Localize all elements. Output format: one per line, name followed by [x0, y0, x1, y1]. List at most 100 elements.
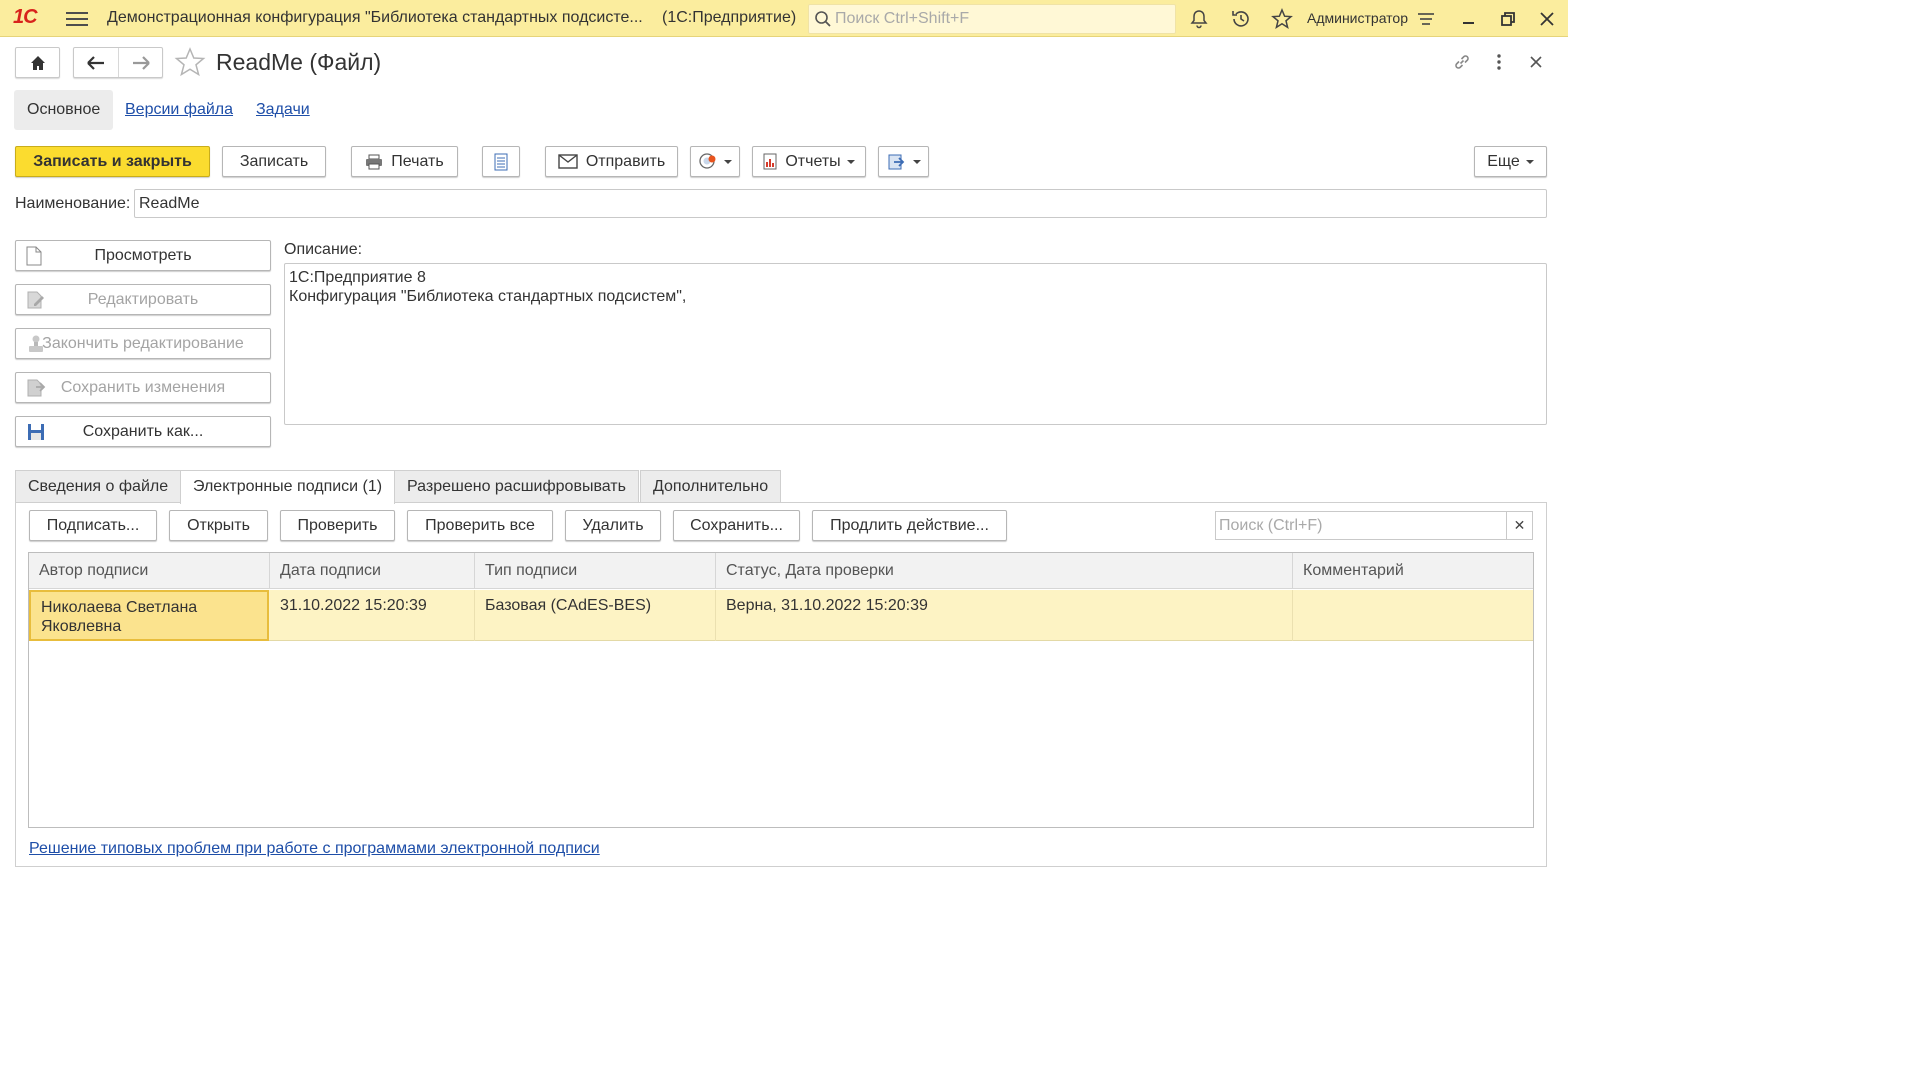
- create-based-icon: [888, 154, 904, 169]
- check-signature-button[interactable]: Проверить: [280, 510, 395, 541]
- app-title: Демонстрационная конфигурация "Библиотек…: [107, 9, 643, 26]
- delete-signature-button[interactable]: Удалить: [565, 510, 661, 541]
- stamp-icon: [29, 335, 43, 352]
- save-button[interactable]: Записать: [222, 146, 326, 177]
- tab-allowed-decrypt[interactable]: Разрешено расшифровывать: [394, 470, 639, 503]
- favorites-star-icon[interactable]: [1271, 8, 1293, 30]
- platform-label: (1С:Предприятие): [662, 9, 797, 26]
- save-as-label: Сохранить как...: [82, 422, 204, 440]
- view-file-button[interactable]: Просмотреть: [15, 240, 271, 271]
- cell-type[interactable]: Базовая (CAdES-BES): [475, 590, 716, 641]
- edit-file-label: Редактировать: [87, 290, 199, 308]
- save-changes-label: Сохранить изменения: [60, 378, 226, 396]
- app-titlebar: 1С Демонстрационная конфигурация "Библио…: [0, 0, 1568, 37]
- signatures-search-input[interactable]: [1216, 512, 1508, 539]
- table-row[interactable]: Николаева Светлана Яковлевна 31.10.2022 …: [29, 590, 1533, 641]
- tab-additional[interactable]: Дополнительно: [640, 470, 782, 503]
- column-header-status[interactable]: Статус, Дата проверки: [716, 553, 1293, 589]
- cell-author[interactable]: Николаева Светлана Яковлевна: [29, 590, 269, 641]
- save-and-close-label: Записать и закрыть: [33, 152, 192, 170]
- search-icon: [815, 11, 831, 27]
- list-view-button[interactable]: [482, 146, 520, 177]
- envelope-icon: [558, 154, 578, 169]
- cell-comment[interactable]: [1293, 590, 1533, 641]
- description-label: Описание:: [284, 241, 363, 258]
- reports-button[interactable]: Отчеты: [752, 146, 866, 177]
- form-title: ReadMe (Файл): [216, 49, 382, 75]
- signatures-table[interactable]: Автор подписи Дата подписи Тип подписи С…: [28, 552, 1534, 828]
- floppy-disk-icon: [28, 424, 44, 440]
- save-signature-label: Сохранить...: [690, 516, 783, 534]
- name-input[interactable]: [135, 190, 1546, 217]
- description-field[interactable]: 1С:Предприятие 8 Конфигурация "Библиотек…: [284, 263, 1547, 425]
- open-label: Открыть: [187, 516, 250, 534]
- close-form-icon[interactable]: [1526, 52, 1546, 72]
- settings-menu-icon[interactable]: [1415, 8, 1437, 30]
- finish-editing-button[interactable]: Закончить редактирование: [15, 328, 271, 359]
- home-button[interactable]: [15, 47, 60, 78]
- check-all-label: Проверить все: [425, 516, 535, 534]
- column-header-type[interactable]: Тип подписи: [475, 553, 716, 589]
- tab-main[interactable]: Основное: [14, 90, 114, 130]
- delete-label: Удалить: [582, 516, 644, 534]
- history-icon[interactable]: [1230, 8, 1252, 30]
- edit-file-icon: [27, 291, 44, 309]
- print-button[interactable]: Печать: [351, 146, 458, 177]
- restore-icon[interactable]: [1497, 8, 1519, 30]
- file-icon: [26, 246, 42, 266]
- main-menu-icon[interactable]: [66, 8, 88, 28]
- cell-date[interactable]: 31.10.2022 15:20:39: [270, 590, 475, 641]
- back-button[interactable]: [74, 48, 119, 77]
- report-icon: [763, 153, 777, 170]
- check-label: Проверить: [297, 516, 378, 534]
- cell-status[interactable]: Верна, 31.10.2022 15:20:39: [716, 590, 1293, 641]
- name-field[interactable]: [134, 189, 1547, 218]
- printer-icon: [366, 154, 383, 169]
- app-logo: 1С: [13, 6, 38, 28]
- extend-signature-button[interactable]: Продлить действие...: [812, 510, 1007, 541]
- close-window-icon[interactable]: [1536, 8, 1558, 30]
- tab-tasks[interactable]: Задачи: [243, 90, 323, 130]
- view-file-label: Просмотреть: [94, 246, 192, 264]
- save-signature-button[interactable]: Сохранить...: [673, 510, 800, 541]
- signatures-search[interactable]: ✕: [1215, 511, 1533, 540]
- more-label: Еще: [1487, 152, 1520, 170]
- more-vertical-icon[interactable]: [1489, 52, 1509, 72]
- tab-file-versions[interactable]: Версии файла: [112, 90, 246, 130]
- save-changes-button[interactable]: Сохранить изменения: [15, 372, 271, 403]
- clear-search-icon[interactable]: ✕: [1506, 512, 1532, 539]
- sign-button[interactable]: Подписать...: [29, 510, 157, 541]
- help-link[interactable]: Решение типовых проблем при работе с про…: [29, 840, 600, 858]
- global-search-input[interactable]: [835, 7, 1165, 31]
- column-header-author[interactable]: Автор подписи: [29, 553, 270, 589]
- open-signature-button[interactable]: Открыть: [169, 510, 268, 541]
- forward-button[interactable]: [119, 48, 163, 77]
- history-nav-group: [73, 47, 163, 78]
- minimize-icon[interactable]: [1458, 8, 1480, 30]
- save-as-button[interactable]: Сохранить как...: [15, 416, 271, 447]
- sign-label: Подписать...: [46, 516, 140, 534]
- extend-label: Продлить действие...: [830, 516, 989, 534]
- send-button[interactable]: Отправить: [545, 146, 678, 177]
- signature-seal-icon: [699, 152, 716, 169]
- more-actions-button[interactable]: Еще: [1474, 146, 1547, 177]
- favorite-star-icon[interactable]: [174, 47, 206, 77]
- bell-icon[interactable]: [1188, 8, 1210, 30]
- column-header-comment[interactable]: Комментарий: [1293, 553, 1533, 589]
- tab-digital-signatures[interactable]: Электронные подписи (1): [180, 470, 396, 504]
- print-label: Печать: [391, 152, 444, 170]
- create-based-on-button[interactable]: [878, 146, 929, 177]
- current-user[interactable]: Администратор: [1307, 10, 1408, 26]
- edit-file-button[interactable]: Редактировать: [15, 284, 271, 315]
- table-header: Автор подписи Дата подписи Тип подписи С…: [29, 553, 1533, 589]
- link-icon[interactable]: [1452, 52, 1472, 72]
- column-header-date[interactable]: Дата подписи: [270, 553, 475, 589]
- save-and-close-button[interactable]: Записать и закрыть: [15, 146, 210, 177]
- home-icon: [31, 56, 45, 70]
- reports-label: Отчеты: [785, 152, 841, 170]
- digital-signature-menu-button[interactable]: [690, 146, 740, 177]
- check-all-button[interactable]: Проверить все: [407, 510, 553, 541]
- tab-file-info[interactable]: Сведения о файле: [15, 470, 182, 503]
- global-search[interactable]: [808, 4, 1176, 34]
- save-label: Записать: [239, 152, 309, 170]
